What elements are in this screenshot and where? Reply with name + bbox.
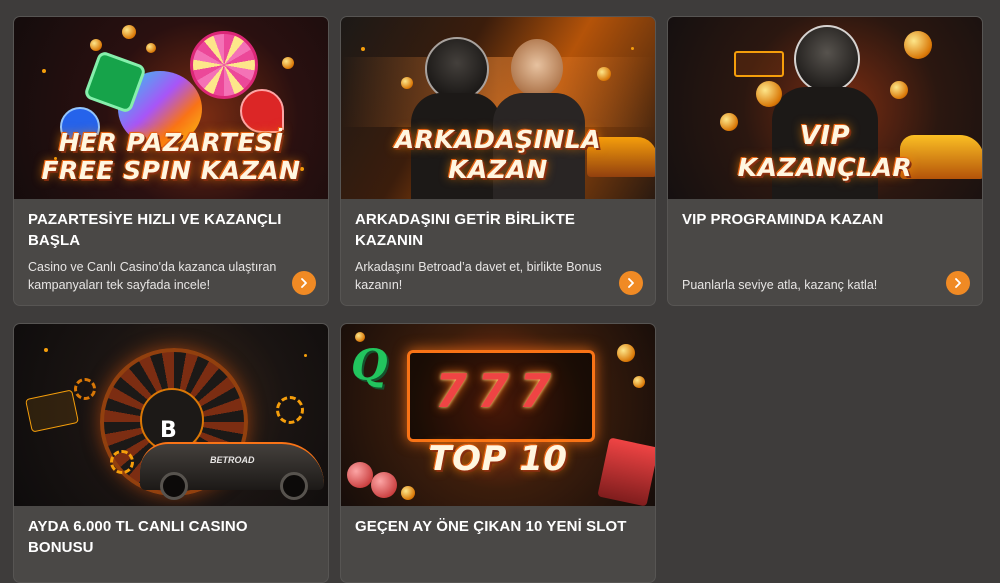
banner-headline-line1: VIP (799, 121, 851, 151)
poker-chip-icon (74, 378, 96, 400)
promo-banner-image: B BETROAD (14, 324, 328, 506)
promo-banner-image: HER PAZARTESİ FREE SPIN KAZAN (14, 17, 328, 199)
promo-card-refer-friend[interactable]: ARKADAŞINLA KAZAN ARKADAŞINI GETİR BİRLİ… (340, 16, 656, 306)
card-title: PAZARTESİYE HIZLI VE KAZANÇLI BAŞLA (28, 211, 282, 249)
promo-banner-image: ARKADAŞINLA KAZAN (341, 17, 655, 199)
banner-headline-line2: KAZANÇLAR (737, 153, 913, 182)
promo-banner-image: 777 TOP 10 Q (341, 324, 655, 506)
promo-banner-image: VIP KAZANÇLAR (668, 17, 982, 199)
cherry-icon (371, 472, 397, 498)
slot-symbol-q: Q (351, 340, 388, 389)
person-figure (511, 39, 563, 97)
brand-logo: B (160, 418, 177, 443)
card-description: Casino ve Canlı Casino'da kazanca ulaştı… (28, 260, 277, 292)
person-helmet-figure (425, 37, 489, 101)
person-helmet-figure (794, 25, 860, 93)
cherry-icon (347, 462, 373, 488)
card-arrow-button[interactable] (619, 271, 643, 295)
car-plate-text: BETROAD (210, 455, 255, 465)
banner-headline-line2: KAZAN (448, 155, 548, 184)
card-description: Arkadaşını Betroad’a davet et, birlikte … (355, 260, 602, 292)
card-title: AYDA 6.000 TL CANLI CASINO BONUSU (28, 518, 248, 556)
poker-chip-icon (110, 450, 134, 474)
poker-chip-icon (276, 396, 304, 424)
chevron-right-icon (955, 278, 961, 288)
banner-headline-line1: ARKADAŞINLA (394, 125, 602, 154)
card-description: Puanlarla seviye atla, kazanç katla! (682, 278, 878, 292)
card-title: VIP PROGRAMINDA KAZAN (682, 211, 884, 228)
banner-headline-line1: HER PAZARTESİ (58, 128, 284, 157)
banner-headline-line1: 777 (434, 364, 562, 418)
promo-card-live-casino-bonus[interactable]: B BETROAD AYDA 6.000 TL CANLI CASINO BON… (13, 323, 329, 583)
chevron-right-icon (301, 278, 307, 288)
promo-card-top10-slots[interactable]: 777 TOP 10 Q GEÇEN AY ÖNE ÇIKAN 10 YENİ … (340, 323, 656, 583)
candy-icon (190, 31, 258, 99)
promo-card-monday-free-spin[interactable]: HER PAZARTESİ FREE SPIN KAZAN PAZARTESİY… (13, 16, 329, 306)
card-arrow-button[interactable] (292, 271, 316, 295)
chevron-right-icon (628, 278, 634, 288)
candy-icon (240, 89, 284, 133)
promo-card-vip[interactable]: VIP KAZANÇLAR VIP PROGRAMINDA KAZAN Puan… (667, 16, 983, 306)
card-title: ARKADAŞINI GETİR BİRLİKTE KAZANIN (355, 211, 575, 249)
card-arrow-button[interactable] (946, 271, 970, 295)
card-title: GEÇEN AY ÖNE ÇIKAN 10 YENİ SLOT (355, 518, 627, 535)
vip-sign (734, 51, 784, 77)
banner-headline-line2: FREE SPIN KAZAN (41, 156, 301, 185)
